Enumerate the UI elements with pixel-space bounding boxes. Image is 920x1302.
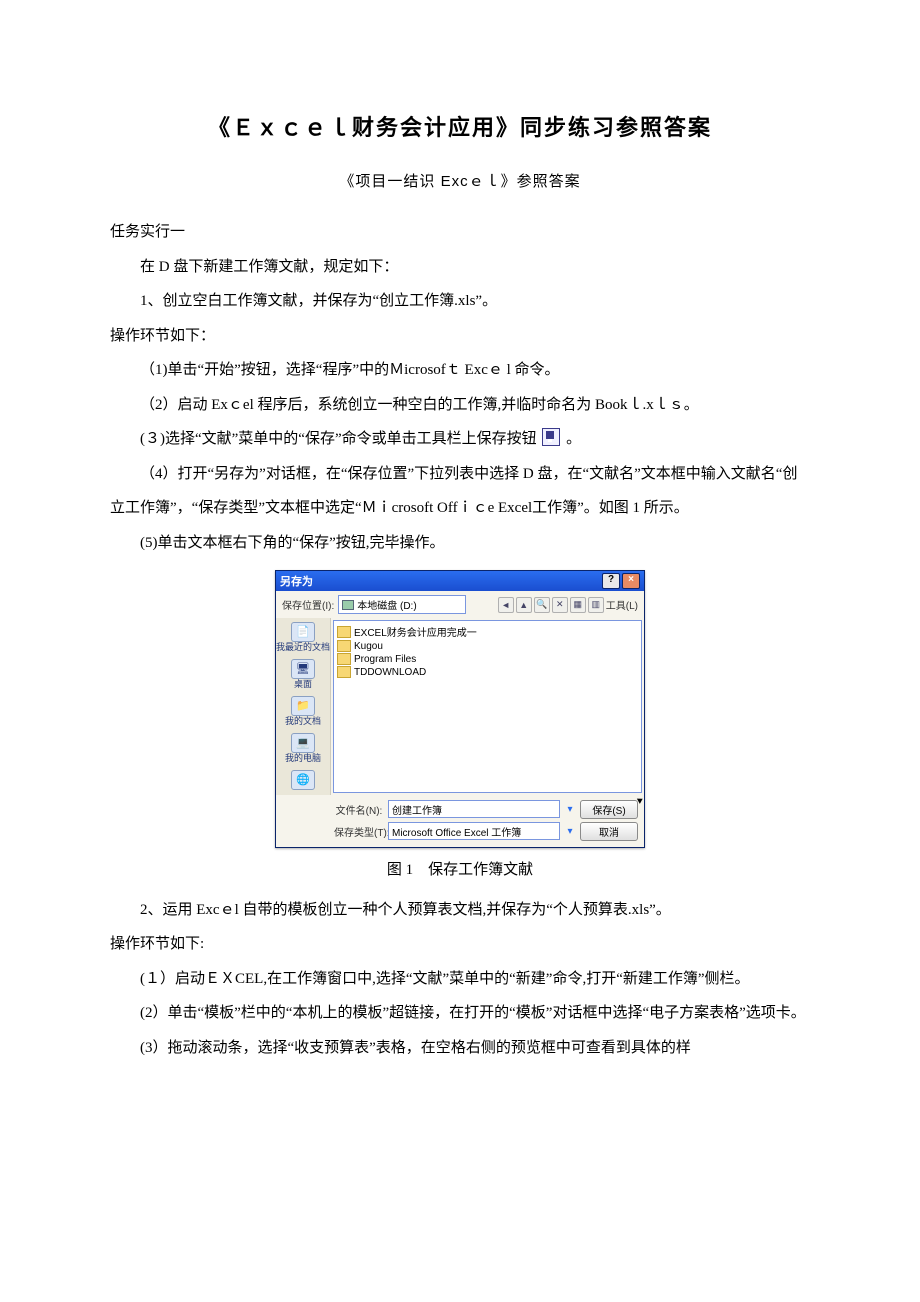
step-3-post: 。: [566, 431, 581, 447]
task1-req1: 1、创立空白工作簿文献，并保存为“创立工作簿.xls”。: [110, 284, 810, 319]
step-4: （4）打开“另存为”对话框，在“保存位置”下拉列表中选择 D 盘，在“文献名”文…: [110, 457, 810, 526]
task1-req2: 2、运用 Excｅl 自带的模板创立一种个人预算表文档,并保存为“个人预算表.x…: [110, 893, 810, 928]
tools-menu[interactable]: 工具(L): [606, 597, 638, 612]
recent-icon: 📄: [291, 622, 315, 642]
b-step-2: (2）单击“模板”栏中的“本机上的模板”超链接，在打开的“模板”对话框中选择“电…: [110, 996, 810, 1031]
step-3: (３)选择“文献”菜单中的“保存”命令或单击工具栏上保存按钮 。: [110, 422, 810, 457]
document-page: 《Ｅｘｃｅｌ财务会计应用》同步练习参照答案 《项目一结识 Excｅｌ》参照答案 …: [0, 0, 920, 1125]
filetype-label: 保存类型(T):: [334, 824, 384, 839]
b-step-1: (１）启动ＥＸCEL,在工作簿窗口中,选择“文献”菜单中的“新建”命令,打开“新…: [110, 962, 810, 997]
mydocs-icon: 📁: [291, 696, 315, 716]
folder-icon: [337, 666, 351, 678]
dialog-titlebar: 另存为 ? ×: [276, 571, 644, 591]
step-2: （2）启动 Exｃel 程序后，系统创立一种空白的工作簿,并临时命名为 Book…: [110, 388, 810, 423]
figure-1: 另存为 ? × 保存位置(I): 本地磁盘 (D:) ◄ ▲ 🔍 ✕ ▦: [110, 570, 810, 848]
drive-icon: [342, 600, 354, 610]
place-recent[interactable]: 📄我最近的文档: [276, 620, 330, 655]
filetype-dropdown-icon[interactable]: ▾: [564, 826, 576, 837]
cancel-button[interactable]: 取消: [580, 822, 638, 841]
figure-1-caption: 图 1 保存工作簿文献: [110, 858, 810, 879]
place-desktop[interactable]: 🖥桌面: [291, 657, 315, 692]
save-location-dropdown[interactable]: 本地磁盘 (D:): [338, 595, 466, 614]
step-1: （1)单击“开始”按钮，选择“程序”中的Ｍicrosofｔ Excｅ l 命令。: [110, 353, 810, 388]
desktop-icon: 🖥: [291, 659, 315, 679]
places-bar: 📄我最近的文档 🖥桌面 📁我的文档 💻我的电脑 🌐: [276, 618, 331, 795]
save-location-value: 本地磁盘 (D:): [357, 597, 416, 612]
step-3-pre: (３)选择“文献”菜单中的“保存”命令或单击工具栏上保存按钮: [140, 431, 537, 447]
mycomputer-icon: 💻: [291, 733, 315, 753]
step-5: (5)单击文本框右下角的“保存”按钮,完毕操作。: [110, 526, 810, 561]
task1-intro: 在 D 盘下新建工作簿文献，规定如下：: [110, 250, 810, 285]
ops-heading: 操作环节如下：: [110, 319, 810, 354]
help-button[interactable]: ?: [602, 573, 620, 589]
b-step-3: (3）拖动滚动条，选择“收支预算表”表格，在空格右侧的预览框中可查看到具体的样: [110, 1031, 810, 1066]
save-location-row: 保存位置(I): 本地磁盘 (D:) ◄ ▲ 🔍 ✕ ▦ ▥ 工具(L): [276, 591, 644, 618]
folder-item[interactable]: TDDOWNLOAD: [337, 666, 638, 679]
doc-subtitle: 《项目一结识 Excｅｌ》参照答案: [110, 170, 810, 191]
doc-title: 《Ｅｘｃｅｌ财务会计应用》同步练习参照答案: [110, 110, 810, 142]
save-as-dialog: 另存为 ? × 保存位置(I): 本地磁盘 (D:) ◄ ▲ 🔍 ✕ ▦: [275, 570, 645, 848]
folder-item[interactable]: Program Files: [337, 653, 638, 666]
folder-icon: [337, 653, 351, 665]
filename-input[interactable]: 创建工作簿: [388, 800, 560, 818]
back-button[interactable]: ◄: [498, 597, 514, 613]
file-list[interactable]: EXCEL财务会计应用完成一 Kugou Program Files TDDOW…: [333, 620, 642, 793]
folder-icon: [337, 640, 351, 652]
network-icon: 🌐: [291, 770, 315, 790]
folder-item[interactable]: EXCEL财务会计应用完成一: [337, 624, 638, 640]
close-button[interactable]: ×: [622, 573, 640, 589]
ops2-heading: 操作环节如下:: [110, 927, 810, 962]
filetype-input[interactable]: Microsoft Office Excel 工作簿: [388, 822, 560, 840]
save-button[interactable]: 保存(S): [580, 800, 638, 819]
place-mycomputer[interactable]: 💻我的电脑: [285, 731, 321, 766]
filename-dropdown-icon[interactable]: ▾: [564, 804, 576, 815]
new-folder-button[interactable]: ▦: [570, 597, 586, 613]
folder-icon: [337, 626, 351, 638]
save-toolbar-icon: [542, 428, 560, 446]
save-location-label: 保存位置(I):: [282, 597, 334, 612]
search-icon[interactable]: 🔍: [534, 597, 550, 613]
delete-button[interactable]: ✕: [552, 597, 568, 613]
task1-heading: 任务实行一: [110, 215, 810, 250]
views-button[interactable]: ▥: [588, 597, 604, 613]
place-mydocs[interactable]: 📁我的文档: [285, 694, 321, 729]
filename-label: 文件名(N):: [334, 802, 384, 817]
up-button[interactable]: ▲: [516, 597, 532, 613]
dialog-title-text: 另存为: [280, 573, 313, 589]
place-network[interactable]: 🌐: [291, 768, 315, 793]
folder-item[interactable]: Kugou: [337, 640, 638, 653]
